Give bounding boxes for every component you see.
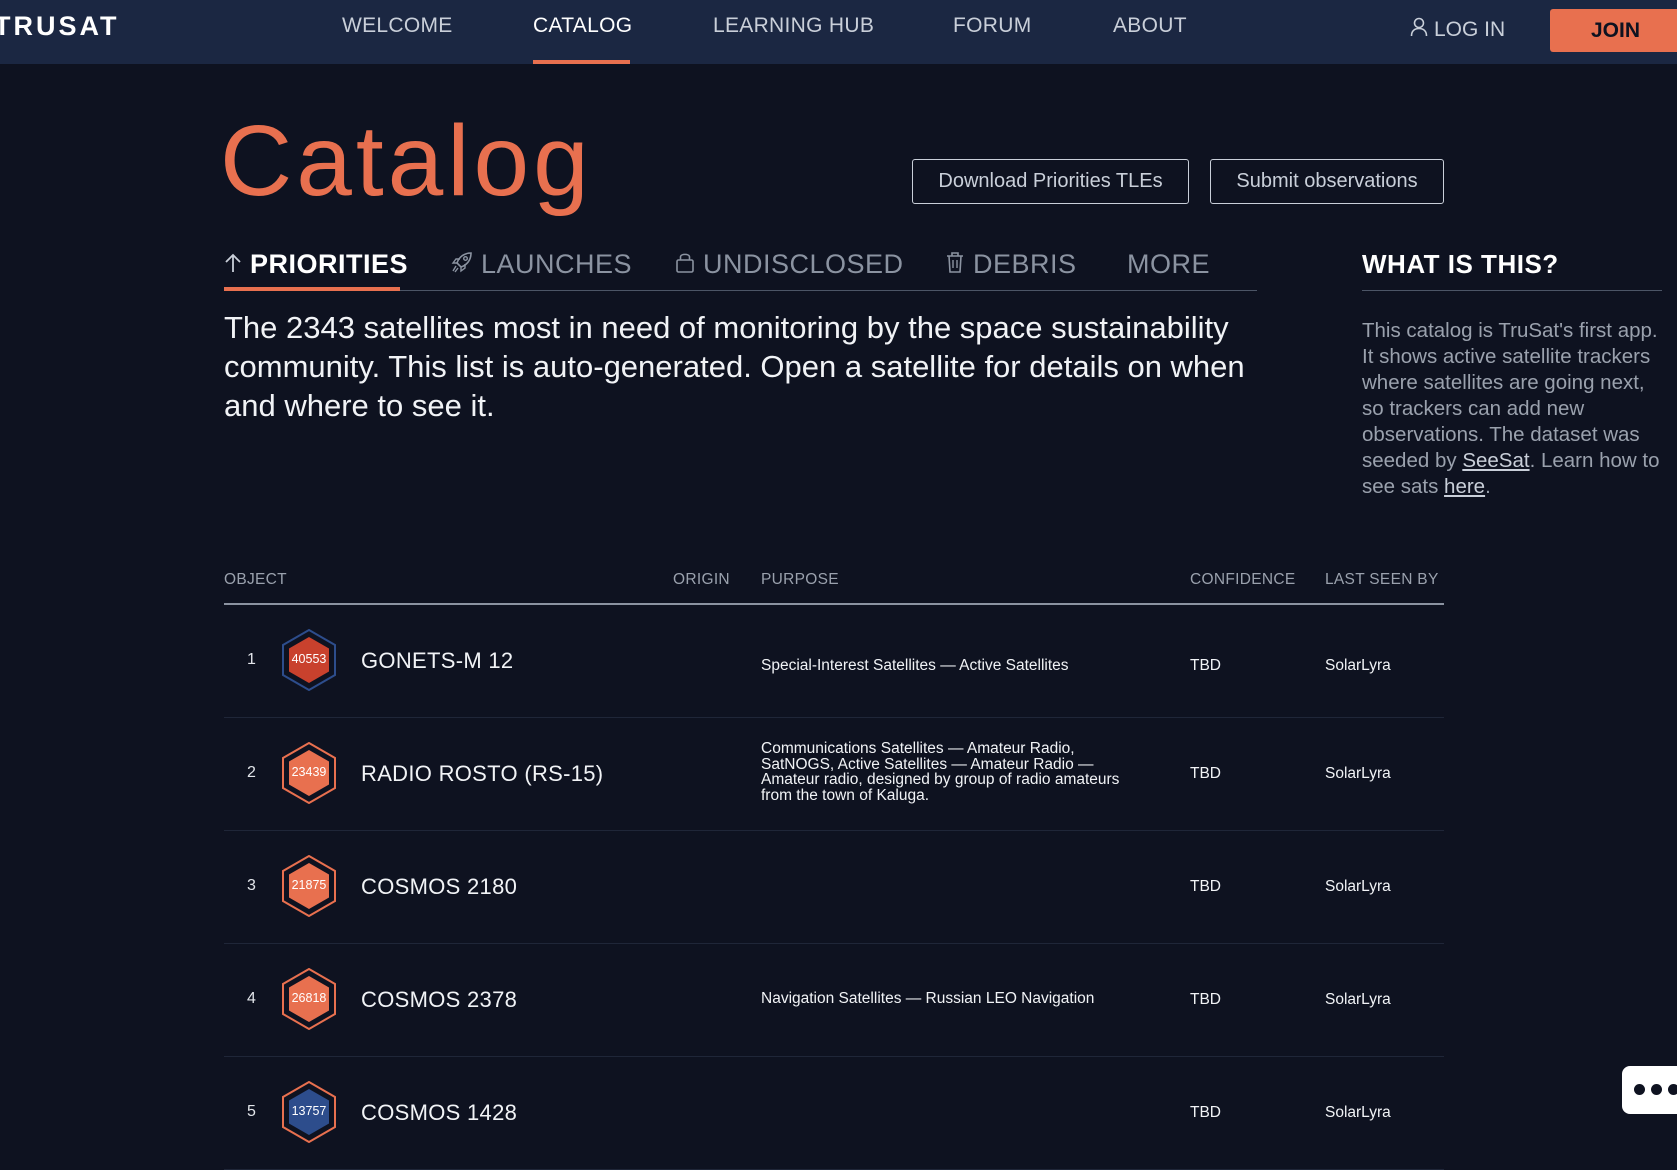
row-rank: 3 — [247, 877, 256, 894]
chat-dots-icon — [1651, 1084, 1662, 1095]
chat-dots-icon — [1634, 1084, 1645, 1095]
column-header-confidence: CONFIDENCE — [1190, 571, 1296, 588]
tab-undisclosed[interactable]: UNDISCLOSED — [675, 248, 904, 280]
satellite-name: COSMOS 2180 — [361, 874, 518, 899]
table-row[interactable]: 3 21875 COSMOS 2180 TBD SolarLyra — [224, 830, 1444, 944]
column-header-object: OBJECT — [224, 571, 287, 588]
norad-id: 23439 — [291, 765, 327, 779]
chat-widget-button[interactable] — [1622, 1066, 1677, 1114]
table-row[interactable]: 1 40553 GONETS-M 12 Special-Interest Sat… — [224, 604, 1444, 718]
column-header-origin: ORIGIN — [673, 571, 730, 588]
top-navbar: TRUSAT WELCOME CATALOG LEARNING HUB FORU… — [0, 0, 1677, 64]
trash-icon — [945, 248, 965, 280]
satellite-confidence: TBD — [1190, 878, 1221, 895]
row-rank: 4 — [247, 990, 256, 1007]
satellite-confidence: TBD — [1190, 657, 1221, 674]
nav-item-catalog[interactable]: CATALOG — [533, 14, 632, 38]
table-row[interactable]: 2 23439 RADIO ROSTO (RS-15) Communicatio… — [224, 717, 1444, 831]
satellite-name: RADIO ROSTO (RS-15) — [361, 761, 604, 786]
table-row[interactable]: 4 26818 COSMOS 2378 Navigation Satellite… — [224, 943, 1444, 1057]
tab-debris[interactable]: DEBRIS — [945, 248, 1077, 280]
nav-item-learning-hub[interactable]: LEARNING HUB — [713, 14, 874, 38]
column-header-last-seen-by: LAST SEEN BY — [1325, 571, 1439, 588]
satellite-name: COSMOS 2378 — [361, 987, 518, 1012]
satellite-badge: 23439 — [281, 742, 337, 804]
nav-item-about[interactable]: ABOUT — [1113, 14, 1187, 38]
satellite-purpose: Special-Interest Satellites — Active Sat… — [761, 657, 1069, 674]
tab-label: DEBRIS — [973, 249, 1077, 279]
active-tab-indicator — [224, 287, 400, 291]
satellite-confidence: TBD — [1190, 1104, 1221, 1121]
rocket-icon — [451, 248, 473, 280]
what-is-this-heading: WHAT IS THIS? — [1362, 249, 1559, 279]
submit-observations-button[interactable]: Submit observations — [1210, 159, 1444, 204]
download-priorities-tles-button[interactable]: Download Priorities TLEs — [912, 159, 1189, 204]
satellite-name: GONETS-M 12 — [361, 648, 514, 673]
tab-label: MORE — [1127, 249, 1210, 279]
last-seen-by: SolarLyra — [1325, 1104, 1391, 1121]
satellite-purpose: Communications Satellites — Amateur Radi… — [761, 740, 1120, 804]
satellite-name: COSMOS 1428 — [361, 1100, 518, 1125]
tab-label: LAUNCHES — [481, 249, 633, 279]
login-label: LOG IN — [1434, 18, 1506, 41]
satellite-badge: 13757 — [281, 1081, 337, 1143]
last-seen-by: SolarLyra — [1325, 991, 1391, 1008]
satellite-confidence: TBD — [1190, 991, 1221, 1008]
tab-label: PRIORITIES — [250, 249, 409, 279]
trusat-logo[interactable]: TRUSAT — [0, 10, 120, 42]
chat-dots-icon — [1668, 1084, 1677, 1095]
norad-id: 40553 — [291, 652, 327, 666]
satellite-badge: 21875 — [281, 855, 337, 917]
column-header-purpose: PURPOSE — [761, 571, 839, 588]
arrow-up-icon — [224, 248, 242, 280]
nav-item-forum[interactable]: FORUM — [953, 14, 1032, 38]
norad-id: 13757 — [291, 1104, 327, 1118]
norad-id: 26818 — [291, 991, 327, 1005]
row-rank: 5 — [247, 1103, 256, 1120]
tab-label: UNDISCLOSED — [703, 249, 904, 279]
tab-more[interactable]: MORE — [1127, 248, 1210, 280]
nav-item-welcome[interactable]: WELCOME — [342, 14, 453, 38]
row-rank: 2 — [247, 764, 256, 781]
active-nav-indicator — [533, 60, 630, 64]
login-button[interactable]: LOG IN — [1410, 17, 1505, 43]
satellite-confidence: TBD — [1190, 765, 1221, 782]
last-seen-by: SolarLyra — [1325, 765, 1391, 782]
satellite-badge: 26818 — [281, 968, 337, 1030]
sidebar-divider — [1362, 290, 1662, 291]
last-seen-by: SolarLyra — [1325, 657, 1391, 674]
page-title: Catalog — [220, 105, 593, 217]
user-icon — [1410, 17, 1428, 43]
norad-id: 21875 — [291, 878, 327, 892]
what-is-this-text: This catalog is TruSat's first app. It s… — [1362, 318, 1662, 500]
here-link[interactable]: here — [1444, 475, 1485, 498]
row-rank: 1 — [247, 651, 256, 668]
satellite-purpose: Navigation Satellites — Russian LEO Navi… — [761, 990, 1095, 1007]
tab-priorities[interactable]: PRIORITIES — [224, 248, 408, 280]
sidebar-text-part: . — [1485, 475, 1491, 498]
table-row[interactable]: 5 13757 COSMOS 1428 TBD SolarLyra — [224, 1056, 1444, 1170]
tab-description: The 2343 satellites most in need of moni… — [224, 310, 1245, 423]
tab-launches[interactable]: LAUNCHES — [451, 248, 632, 280]
last-seen-by: SolarLyra — [1325, 878, 1391, 895]
seesat-link[interactable]: SeeSat — [1462, 449, 1529, 472]
lock-icon — [675, 248, 695, 280]
satellite-badge: 40553 — [281, 629, 337, 691]
join-button[interactable]: JOIN — [1550, 9, 1677, 52]
